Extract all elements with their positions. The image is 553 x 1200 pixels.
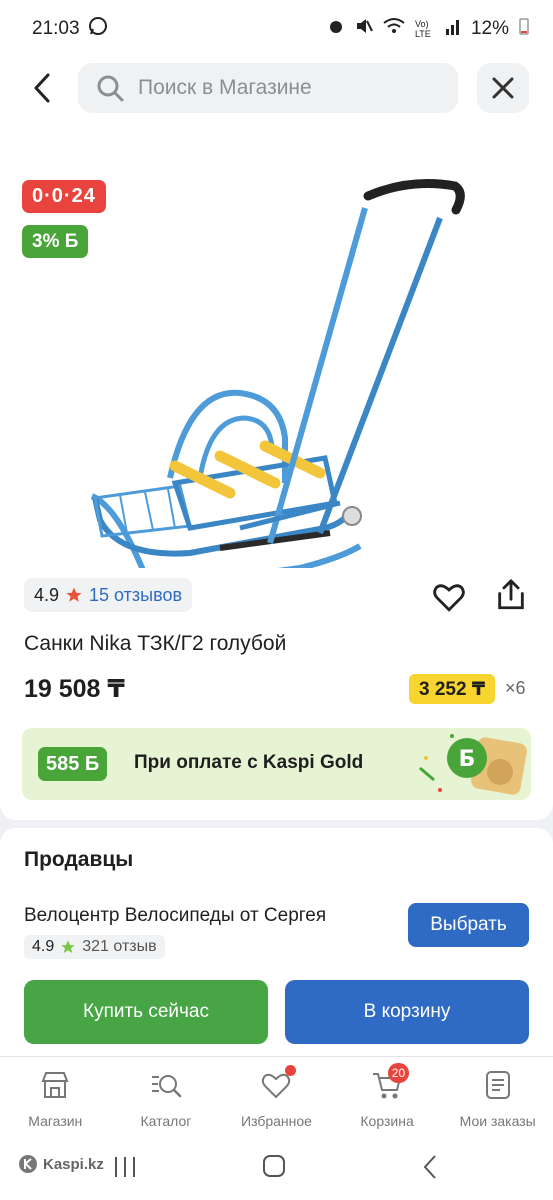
nav-label-store: Магазин — [28, 1113, 83, 1129]
nav-label-favorites: Избранное — [241, 1113, 312, 1129]
store-icon — [41, 1072, 69, 1098]
nav-item-catalog[interactable]: Каталог — [111, 1057, 222, 1136]
signal-icon — [445, 17, 461, 41]
search-input[interactable]: Поиск в Магазине — [78, 63, 458, 113]
reviews-link[interactable]: 15 отзывов — [89, 585, 182, 606]
kaspi-watermark: Kaspi.kz — [18, 1154, 104, 1174]
lte-label: Vo) LTE — [414, 19, 431, 39]
bonus-percent-badge: 3% Б — [22, 225, 89, 258]
nav-item-cart[interactable]: 20 Корзина — [332, 1057, 443, 1136]
watermark-text: Kaspi.kz — [43, 1155, 104, 1173]
share-button[interactable] — [494, 578, 532, 616]
svg-text:Б: Б — [459, 747, 476, 772]
nav-item-orders[interactable]: Мои заказы — [442, 1057, 553, 1136]
nav-label-catalog: Каталог — [140, 1113, 192, 1129]
status-time: 21:03 — [32, 18, 80, 39]
alarm-icon — [327, 17, 345, 41]
choose-seller-button[interactable]: Выбрать — [408, 903, 529, 947]
search-header: Поиск в Магазине — [0, 58, 553, 120]
gold-bonus-badge: 585 Б — [38, 747, 108, 781]
product-title: Санки Nika ТЗК/Г2 голубой — [24, 632, 287, 655]
search-placeholder: Поиск в Магазине — [138, 76, 312, 99]
kaspi-gold-banner[interactable]: 585 Б При оплате с Kaspi Gold Б — [22, 728, 531, 800]
nav-label-orders: Мои заказы — [459, 1113, 536, 1129]
close-icon — [492, 77, 514, 99]
nav-item-favorites[interactable]: Избранное — [221, 1057, 332, 1136]
seller-rating-chip: 4.9 321 отзыв — [24, 935, 165, 959]
catalog-search-icon — [151, 1075, 182, 1098]
bonus-coin-illustration-icon: Б — [419, 734, 527, 795]
favorite-button[interactable] — [432, 580, 470, 618]
status-icons: Vo) LTE 12% — [327, 17, 529, 41]
notification-dot — [285, 1065, 297, 1076]
system-back-icon[interactable] — [420, 1154, 440, 1180]
search-icon — [97, 75, 124, 102]
chevron-left-icon — [34, 73, 50, 103]
product-card: 0·0·24 3% Б 4.9 15 отзывов Санки Nika ТЗ… — [0, 120, 553, 820]
bottom-nav: Магазин Каталог Избранное 20 Корзина Мои… — [0, 1056, 553, 1136]
star-icon — [66, 587, 82, 602]
home-icon[interactable] — [262, 1154, 286, 1178]
close-button[interactable] — [477, 63, 529, 113]
sellers-card: Продавцы Велоцентр Велосипеды от Сергея … — [0, 828, 553, 1068]
battery-icon — [519, 17, 529, 41]
installment-multiplier: ×6 — [505, 678, 526, 698]
product-price: 19 508 ₸ — [24, 675, 125, 703]
rating-value: 4.9 — [34, 584, 60, 605]
cart-count-badge: 20 — [387, 1063, 410, 1083]
back-button[interactable] — [22, 68, 62, 108]
add-to-cart-button[interactable]: В корзину — [285, 980, 529, 1044]
whatsapp-icon — [88, 16, 108, 42]
share-icon — [498, 579, 524, 610]
seller-name[interactable]: Велоцентр Велосипеды от Сергея — [24, 905, 326, 927]
mute-icon — [355, 17, 373, 41]
nav-label-cart: Корзина — [360, 1113, 414, 1129]
seller-rating-value: 4.9 — [32, 938, 55, 955]
heart-icon — [433, 584, 465, 612]
sellers-title: Продавцы — [24, 848, 134, 871]
status-bar: 21:03 Vo) LTE 12% — [0, 0, 553, 58]
countdown-timer-badge: 0·0·24 — [22, 180, 106, 213]
installment-price-badge[interactable]: 3 252 ₸ — [409, 674, 496, 704]
buy-now-button[interactable]: Купить сейчас — [24, 980, 268, 1044]
kaspi-logo-icon — [19, 1155, 37, 1173]
seller-reviews: 321 отзыв — [82, 938, 157, 955]
rating-chip[interactable]: 4.9 15 отзывов — [24, 578, 193, 612]
wifi-icon — [383, 17, 405, 41]
battery-level: 12% — [470, 18, 509, 39]
recent-apps-icon[interactable] — [110, 1154, 140, 1180]
gold-banner-text: При оплате с Kaspi Gold — [134, 752, 364, 773]
star-icon — [61, 940, 75, 953]
product-image[interactable] — [80, 148, 480, 568]
nav-item-store[interactable]: Магазин — [0, 1057, 111, 1136]
system-nav-bar: Kaspi.kz — [0, 1136, 553, 1200]
orders-icon — [485, 1071, 510, 1099]
